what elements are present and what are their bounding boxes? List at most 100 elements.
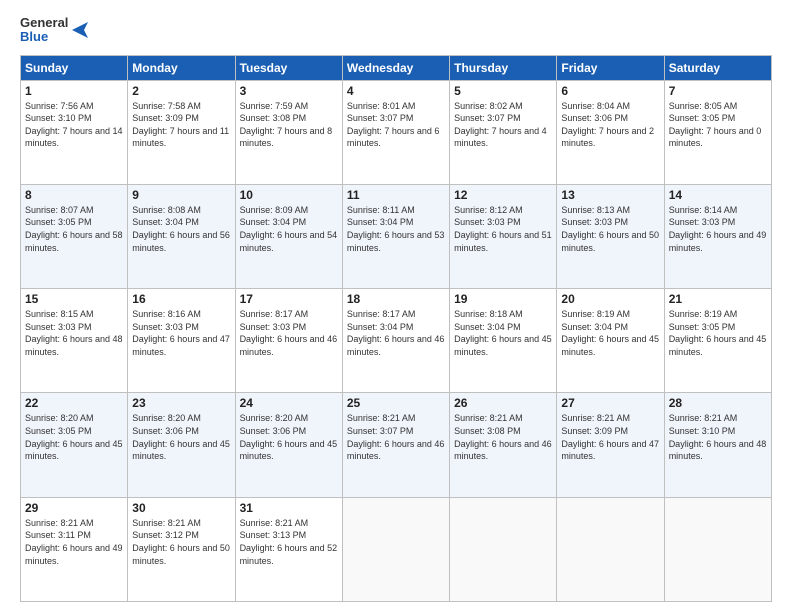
day-number: 5 [454,84,552,98]
calendar-cell: 4 Sunrise: 8:01 AMSunset: 3:07 PMDayligh… [342,80,449,184]
day-number: 28 [669,396,767,410]
calendar-table: SundayMondayTuesdayWednesdayThursdayFrid… [20,55,772,602]
day-of-week-header: Thursday [450,55,557,80]
day-number: 19 [454,292,552,306]
day-number: 20 [561,292,659,306]
calendar-cell: 28 Sunrise: 8:21 AMSunset: 3:10 PMDaylig… [664,393,771,497]
day-number: 30 [132,501,230,515]
calendar-cell: 15 Sunrise: 8:15 AMSunset: 3:03 PMDaylig… [21,289,128,393]
logo-general: General [20,16,68,30]
cell-info: Sunrise: 8:14 AMSunset: 3:03 PMDaylight:… [669,205,767,253]
cell-info: Sunrise: 8:15 AMSunset: 3:03 PMDaylight:… [25,309,123,357]
calendar-week-row: 29 Sunrise: 8:21 AMSunset: 3:11 PMDaylig… [21,497,772,601]
cell-info: Sunrise: 8:08 AMSunset: 3:04 PMDaylight:… [132,205,230,253]
cell-info: Sunrise: 8:21 AMSunset: 3:12 PMDaylight:… [132,518,230,566]
cell-info: Sunrise: 8:20 AMSunset: 3:06 PMDaylight:… [132,413,230,461]
calendar-cell: 2 Sunrise: 7:58 AMSunset: 3:09 PMDayligh… [128,80,235,184]
calendar-cell: 16 Sunrise: 8:16 AMSunset: 3:03 PMDaylig… [128,289,235,393]
day-number: 13 [561,188,659,202]
calendar-cell: 12 Sunrise: 8:12 AMSunset: 3:03 PMDaylig… [450,184,557,288]
day-number: 7 [669,84,767,98]
calendar-cell [664,497,771,601]
day-of-week-header: Wednesday [342,55,449,80]
cell-info: Sunrise: 8:05 AMSunset: 3:05 PMDaylight:… [669,101,762,149]
day-of-week-header: Sunday [21,55,128,80]
day-number: 12 [454,188,552,202]
day-number: 8 [25,188,123,202]
calendar-cell [557,497,664,601]
cell-info: Sunrise: 8:12 AMSunset: 3:03 PMDaylight:… [454,205,552,253]
cell-info: Sunrise: 8:17 AMSunset: 3:03 PMDaylight:… [240,309,338,357]
cell-info: Sunrise: 8:21 AMSunset: 3:07 PMDaylight:… [347,413,445,461]
cell-info: Sunrise: 8:21 AMSunset: 3:09 PMDaylight:… [561,413,659,461]
day-header-row: SundayMondayTuesdayWednesdayThursdayFrid… [21,55,772,80]
calendar-cell: 9 Sunrise: 8:08 AMSunset: 3:04 PMDayligh… [128,184,235,288]
calendar-cell: 31 Sunrise: 8:21 AMSunset: 3:13 PMDaylig… [235,497,342,601]
calendar-cell: 23 Sunrise: 8:20 AMSunset: 3:06 PMDaylig… [128,393,235,497]
cell-info: Sunrise: 8:07 AMSunset: 3:05 PMDaylight:… [25,205,123,253]
calendar-cell: 10 Sunrise: 8:09 AMSunset: 3:04 PMDaylig… [235,184,342,288]
day-number: 11 [347,188,445,202]
cell-info: Sunrise: 8:11 AMSunset: 3:04 PMDaylight:… [347,205,445,253]
calendar-week-row: 1 Sunrise: 7:56 AMSunset: 3:10 PMDayligh… [21,80,772,184]
day-number: 2 [132,84,230,98]
cell-info: Sunrise: 8:02 AMSunset: 3:07 PMDaylight:… [454,101,547,149]
calendar-cell: 29 Sunrise: 8:21 AMSunset: 3:11 PMDaylig… [21,497,128,601]
calendar-cell: 30 Sunrise: 8:21 AMSunset: 3:12 PMDaylig… [128,497,235,601]
calendar-cell [450,497,557,601]
calendar-cell: 7 Sunrise: 8:05 AMSunset: 3:05 PMDayligh… [664,80,771,184]
cell-info: Sunrise: 8:16 AMSunset: 3:03 PMDaylight:… [132,309,230,357]
calendar-cell: 6 Sunrise: 8:04 AMSunset: 3:06 PMDayligh… [557,80,664,184]
logo-chevron-icon [70,19,92,41]
cell-info: Sunrise: 8:17 AMSunset: 3:04 PMDaylight:… [347,309,445,357]
day-number: 17 [240,292,338,306]
day-number: 31 [240,501,338,515]
calendar-cell: 3 Sunrise: 7:59 AMSunset: 3:08 PMDayligh… [235,80,342,184]
day-number: 26 [454,396,552,410]
day-of-week-header: Saturday [664,55,771,80]
cell-info: Sunrise: 8:09 AMSunset: 3:04 PMDaylight:… [240,205,338,253]
day-number: 3 [240,84,338,98]
day-number: 6 [561,84,659,98]
day-number: 18 [347,292,445,306]
cell-info: Sunrise: 8:21 AMSunset: 3:10 PMDaylight:… [669,413,767,461]
cell-info: Sunrise: 7:59 AMSunset: 3:08 PMDaylight:… [240,101,333,149]
cell-info: Sunrise: 8:04 AMSunset: 3:06 PMDaylight:… [561,101,654,149]
day-number: 15 [25,292,123,306]
calendar-cell: 26 Sunrise: 8:21 AMSunset: 3:08 PMDaylig… [450,393,557,497]
calendar-cell: 25 Sunrise: 8:21 AMSunset: 3:07 PMDaylig… [342,393,449,497]
calendar-cell [342,497,449,601]
calendar-cell: 20 Sunrise: 8:19 AMSunset: 3:04 PMDaylig… [557,289,664,393]
day-number: 16 [132,292,230,306]
cell-info: Sunrise: 8:20 AMSunset: 3:05 PMDaylight:… [25,413,123,461]
day-number: 27 [561,396,659,410]
day-number: 21 [669,292,767,306]
day-number: 1 [25,84,123,98]
header: General Blue [20,16,772,45]
cell-info: Sunrise: 8:21 AMSunset: 3:08 PMDaylight:… [454,413,552,461]
calendar-cell: 24 Sunrise: 8:20 AMSunset: 3:06 PMDaylig… [235,393,342,497]
day-number: 25 [347,396,445,410]
day-of-week-header: Tuesday [235,55,342,80]
page: General Blue SundayMondayTuesdayWednesda… [0,0,792,612]
cell-info: Sunrise: 7:58 AMSunset: 3:09 PMDaylight:… [132,101,229,149]
cell-info: Sunrise: 8:18 AMSunset: 3:04 PMDaylight:… [454,309,552,357]
cell-info: Sunrise: 8:19 AMSunset: 3:04 PMDaylight:… [561,309,659,357]
calendar-week-row: 22 Sunrise: 8:20 AMSunset: 3:05 PMDaylig… [21,393,772,497]
day-number: 9 [132,188,230,202]
cell-info: Sunrise: 8:01 AMSunset: 3:07 PMDaylight:… [347,101,440,149]
calendar-cell: 19 Sunrise: 8:18 AMSunset: 3:04 PMDaylig… [450,289,557,393]
day-number: 23 [132,396,230,410]
calendar-week-row: 8 Sunrise: 8:07 AMSunset: 3:05 PMDayligh… [21,184,772,288]
logo-blue: Blue [20,30,68,44]
calendar-cell: 18 Sunrise: 8:17 AMSunset: 3:04 PMDaylig… [342,289,449,393]
day-number: 10 [240,188,338,202]
day-number: 24 [240,396,338,410]
day-of-week-header: Friday [557,55,664,80]
cell-info: Sunrise: 8:21 AMSunset: 3:13 PMDaylight:… [240,518,338,566]
calendar-cell: 8 Sunrise: 8:07 AMSunset: 3:05 PMDayligh… [21,184,128,288]
day-number: 14 [669,188,767,202]
calendar-cell: 27 Sunrise: 8:21 AMSunset: 3:09 PMDaylig… [557,393,664,497]
calendar-cell: 5 Sunrise: 8:02 AMSunset: 3:07 PMDayligh… [450,80,557,184]
cell-info: Sunrise: 8:20 AMSunset: 3:06 PMDaylight:… [240,413,338,461]
